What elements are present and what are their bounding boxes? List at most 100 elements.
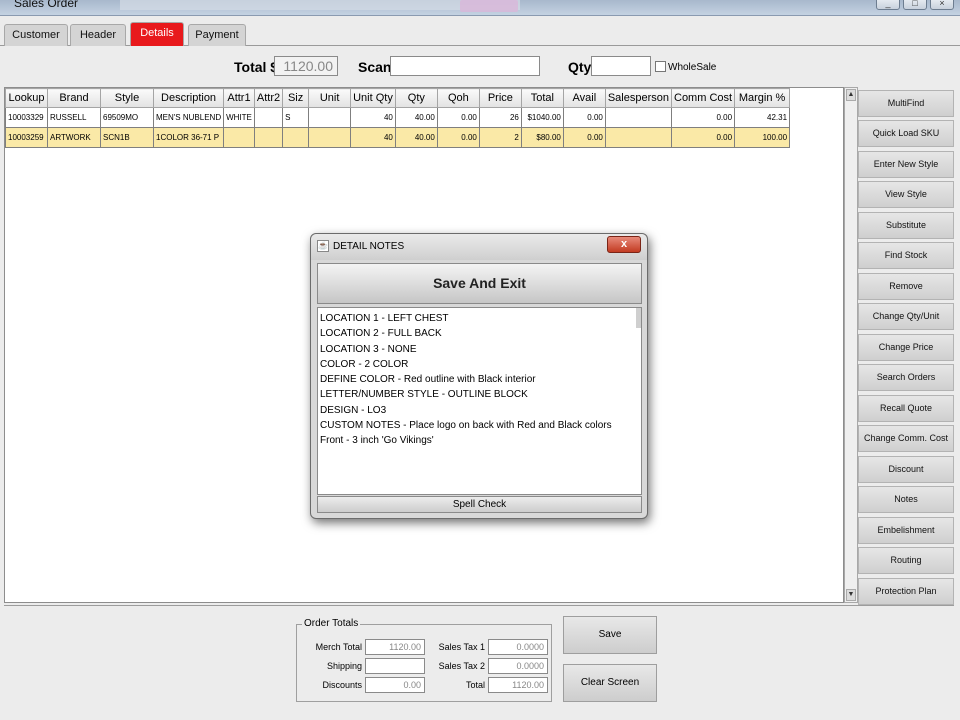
cell-margin[interactable]: 100.00 <box>734 127 791 148</box>
col-header-description[interactable]: Description <box>152 88 225 108</box>
discount-button[interactable]: Discount <box>858 456 954 483</box>
col-header-unit-qty[interactable]: Unit Qty <box>350 88 396 108</box>
cell-unit[interactable] <box>308 127 352 148</box>
cell-unit[interactable] <box>308 107 352 128</box>
cell-attr2[interactable] <box>253 127 284 148</box>
grid-vertical-scrollbar[interactable]: ▲ ▼ <box>844 87 858 603</box>
minimize-button[interactable]: _ <box>876 0 900 10</box>
cell-size[interactable] <box>282 127 310 148</box>
detail-notes-dialog: ☕ DETAIL NOTES x Save And Exit LOCATION … <box>310 233 648 519</box>
cell-qty[interactable]: 40.00 <box>394 127 438 148</box>
col-header-margin[interactable]: Margin % <box>734 88 791 108</box>
order-totals-legend: Order Totals <box>302 618 361 629</box>
shipping-field[interactable] <box>365 658 425 674</box>
clear-screen-button[interactable]: Clear Screen <box>563 664 657 702</box>
cell-unit-qty[interactable]: 40 <box>350 127 396 148</box>
col-header-size[interactable]: Siz <box>282 88 310 108</box>
multifind-button[interactable]: MultiFind <box>858 90 954 117</box>
qty-input[interactable] <box>591 56 651 76</box>
tab-details[interactable]: Details <box>130 22 184 46</box>
cell-margin[interactable]: 42.31 <box>734 107 791 128</box>
save-and-exit-button[interactable]: Save And Exit <box>317 263 642 304</box>
cell-size[interactable]: S <box>282 107 310 128</box>
col-header-qty[interactable]: Qty <box>394 88 438 108</box>
routing-button[interactable]: Routing <box>858 547 954 574</box>
col-header-salesperson[interactable]: Salesperson <box>604 88 673 108</box>
dialog-titlebar[interactable]: ☕ DETAIL NOTES x <box>311 234 647 260</box>
spell-check-button[interactable]: Spell Check <box>317 496 642 513</box>
cell-qoh[interactable]: 0.00 <box>436 107 480 128</box>
dialog-close-button[interactable]: x <box>607 236 641 253</box>
cell-lookup[interactable]: 10003329 <box>5 107 48 128</box>
col-header-style[interactable]: Style <box>100 88 154 108</box>
note-line: Front - 3 inch 'Go Vikings' <box>320 435 434 447</box>
col-header-lookup[interactable]: Lookup <box>5 88 48 108</box>
scroll-down-arrow-icon[interactable]: ▼ <box>846 589 856 601</box>
recall-quote-button[interactable]: Recall Quote <box>858 395 954 422</box>
wholesale-checkbox[interactable] <box>655 61 666 72</box>
scroll-up-arrow-icon[interactable]: ▲ <box>846 89 856 101</box>
cell-avail[interactable]: 0.00 <box>562 127 606 148</box>
cell-attr1[interactable]: WHITE <box>223 107 255 128</box>
col-header-attr1[interactable]: Attr1 <box>223 88 255 108</box>
col-header-comm-cost[interactable]: Comm Cost <box>670 88 736 108</box>
col-header-avail[interactable]: Avail <box>562 88 606 108</box>
note-line: LOCATION 3 - NONE <box>320 343 417 355</box>
cell-brand[interactable]: RUSSELL <box>47 107 101 128</box>
cell-description[interactable]: 1COLOR 36-71 P <box>152 127 225 148</box>
cell-brand[interactable]: ARTWORK <box>47 127 101 148</box>
close-window-button[interactable]: × <box>930 0 954 10</box>
details-table: Lookup Brand Style Description Attr1 Att… <box>5 88 791 148</box>
tab-payment[interactable]: Payment <box>188 24 246 46</box>
substitute-button[interactable]: Substitute <box>858 212 954 239</box>
col-header-qoh[interactable]: Qoh <box>436 88 480 108</box>
scan-input[interactable] <box>390 56 540 76</box>
cell-total[interactable]: $1040.00 <box>520 107 564 128</box>
cell-lookup[interactable]: 10003259 <box>5 127 48 148</box>
notes-scrollbar[interactable] <box>636 308 641 328</box>
tab-header[interactable]: Header <box>70 24 126 46</box>
cell-qty[interactable]: 40.00 <box>394 107 438 128</box>
change-comm-cost-button[interactable]: Change Comm. Cost <box>858 425 954 452</box>
cell-salesperson[interactable] <box>604 127 673 148</box>
merch-total-field: 1120.00 <box>365 639 425 655</box>
remove-button[interactable]: Remove <box>858 273 954 300</box>
cell-comm-cost[interactable]: 0.00 <box>670 127 736 148</box>
cell-qoh[interactable]: 0.00 <box>436 127 480 148</box>
notes-textarea[interactable]: LOCATION 1 - LEFT CHEST LOCATION 2 - FUL… <box>317 307 642 495</box>
tab-customer[interactable]: Customer <box>4 24 68 46</box>
table-row-selected[interactable]: 10003259 ARTWORK SCN1B 1COLOR 36-71 P 40… <box>5 127 791 148</box>
find-stock-button[interactable]: Find Stock <box>858 242 954 269</box>
notes-button[interactable]: Notes <box>858 486 954 513</box>
cell-total[interactable]: $80.00 <box>520 127 564 148</box>
sales-tax1-field: 0.0000 <box>488 639 548 655</box>
cell-unit-qty[interactable]: 40 <box>350 107 396 128</box>
col-header-brand[interactable]: Brand <box>47 88 101 108</box>
cell-price[interactable]: 26 <box>478 107 522 128</box>
maximize-button[interactable]: □ <box>903 0 927 10</box>
col-header-unit[interactable]: Unit <box>308 88 352 108</box>
note-line: COLOR - 2 COLOR <box>320 358 409 370</box>
cell-salesperson[interactable] <box>604 107 673 128</box>
change-price-button[interactable]: Change Price <box>858 334 954 361</box>
cell-style[interactable]: SCN1B <box>100 127 154 148</box>
table-row[interactable]: 10003329 RUSSELL 69509MO MEN'S NUBLEND W… <box>5 107 791 128</box>
cell-description[interactable]: MEN'S NUBLEND <box>152 107 225 128</box>
col-header-total[interactable]: Total <box>520 88 564 108</box>
cell-comm-cost[interactable]: 0.00 <box>670 107 736 128</box>
col-header-price[interactable]: Price <box>478 88 522 108</box>
quick-load-sku-button[interactable]: Quick Load SKU <box>858 120 954 147</box>
protection-plan-button[interactable]: Protection Plan <box>858 578 954 605</box>
save-button[interactable]: Save <box>563 616 657 654</box>
cell-attr2[interactable] <box>253 107 284 128</box>
change-qty-unit-button[interactable]: Change Qty/Unit <box>858 303 954 330</box>
cell-price[interactable]: 2 <box>478 127 522 148</box>
cell-avail[interactable]: 0.00 <box>562 107 606 128</box>
cell-style[interactable]: 69509MO <box>100 107 154 128</box>
enter-new-style-button[interactable]: Enter New Style <box>858 151 954 178</box>
view-style-button[interactable]: View Style <box>858 181 954 208</box>
cell-attr1[interactable] <box>223 127 255 148</box>
embelishment-button[interactable]: Embelishment <box>858 517 954 544</box>
col-header-attr2[interactable]: Attr2 <box>253 88 284 108</box>
search-orders-button[interactable]: Search Orders <box>858 364 954 391</box>
